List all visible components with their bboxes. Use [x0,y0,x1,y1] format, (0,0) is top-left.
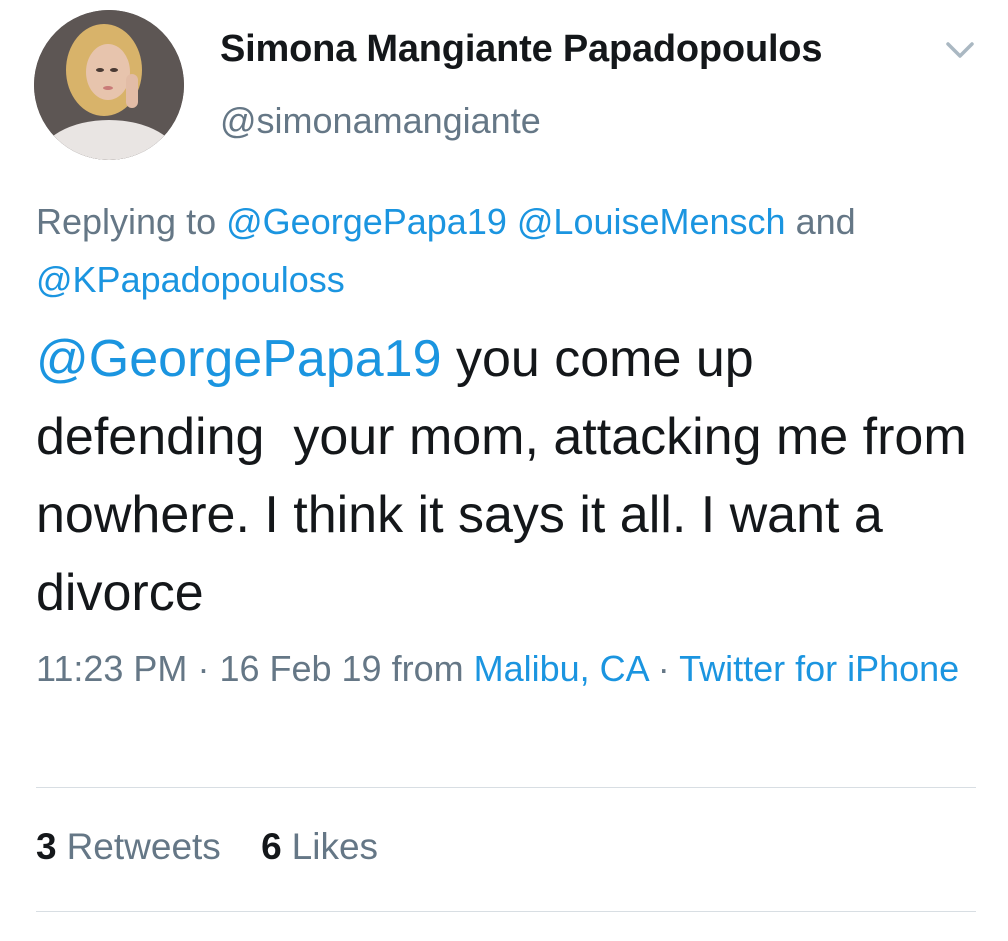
tweet-detail: Simona Mangiante Papadopoulos @simonaman… [0,0,1008,941]
meta-separator: · [197,648,210,689]
replying-to: Replying to @GeorgePapa19 @LouiseMensch … [36,193,986,309]
mention-link[interactable]: @GeorgePapa19 [226,201,507,242]
meta-separator: · [657,648,670,689]
likes-count: 6 [261,826,282,867]
user-handle[interactable]: @simonamangiante [220,100,541,142]
replying-conjunction: and [795,201,856,242]
avatar-image [34,10,184,160]
mention-link[interactable]: @GeorgePapa19 [36,330,442,388]
mention-link[interactable]: @LouiseMensch [517,201,786,242]
divider [36,787,976,788]
from-label: from [391,648,464,689]
tweet-text: @GeorgePapa19 you come up defending your… [36,320,986,632]
location-link[interactable]: Malibu, CA [474,648,648,689]
divider [36,911,976,912]
chevron-down-icon[interactable] [942,34,978,64]
retweets-label: Retweets [66,826,221,867]
tweet-stats: 3 Retweets 6 Likes [36,826,408,868]
source-link[interactable]: Twitter for iPhone [679,648,959,689]
avatar[interactable] [34,10,184,160]
replying-prefix: Replying to [36,201,217,242]
likes-stat[interactable]: 6 Likes [261,826,378,868]
tweet-meta: 11:23 PM · 16 Feb 19 from Malibu, CA · T… [36,640,986,698]
likes-label: Likes [291,826,379,867]
retweets-stat[interactable]: 3 Retweets [36,826,221,868]
display-name[interactable]: Simona Mangiante Papadopoulos [220,28,822,71]
mention-link[interactable]: @KPapadopouloss [36,259,345,300]
tweet-time[interactable]: 11:23 PM [36,648,187,689]
retweets-count: 3 [36,826,57,867]
tweet-date[interactable]: 16 Feb 19 [219,648,381,689]
